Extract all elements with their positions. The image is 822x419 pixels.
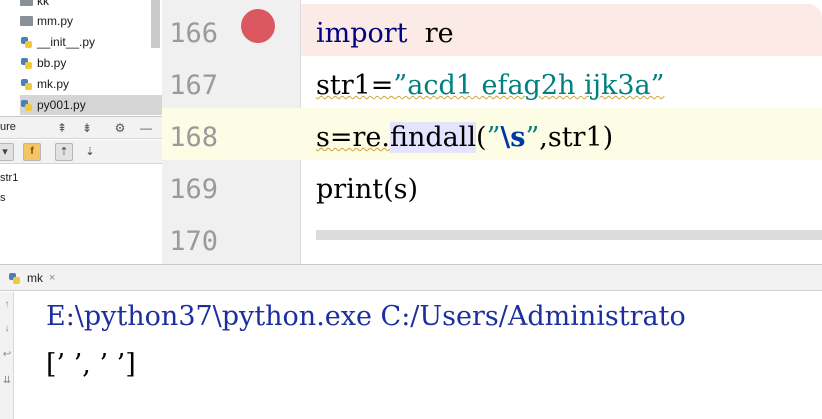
line-number: 167 bbox=[169, 70, 218, 101]
run-tab-label: mk bbox=[27, 271, 43, 285]
code-text[interactable]: s=re.findall(”\s”,str1) bbox=[316, 112, 613, 164]
scroll-up-icon[interactable]: ↑ bbox=[0, 298, 14, 312]
tree-item-mm[interactable]: mm.py bbox=[20, 11, 73, 31]
scroll-down-icon[interactable]: ↓ bbox=[0, 322, 14, 336]
code-editor[interactable]: 166 import re 167 str1=”acd1 efag2h ijk3… bbox=[162, 0, 822, 264]
code-line: 168 s=re.findall(”\s”,str1) bbox=[162, 112, 822, 164]
run-side-toolbar: ↑ ↓ ↩ ⇊ bbox=[0, 292, 14, 419]
structure-panel: ure ⇞ ⇟ ⚙ — ▾ f ⇡ ⇣ str1 s bbox=[0, 116, 162, 264]
close-icon[interactable]: × bbox=[49, 272, 55, 284]
code-token: ,str1) bbox=[539, 122, 614, 153]
string-token: ” bbox=[486, 122, 501, 153]
python-file-icon bbox=[20, 36, 33, 49]
line-number: 169 bbox=[169, 174, 218, 205]
tree-item-label: mk.py bbox=[37, 77, 70, 91]
project-tree: kk mm.py __init__.py bb.py mk.py py001.p… bbox=[0, 0, 162, 116]
structure-item-str1[interactable]: str1 bbox=[0, 172, 18, 184]
folder-icon bbox=[20, 0, 33, 6]
code-text[interactable]: print(s) bbox=[316, 164, 418, 216]
code-token: s=re. bbox=[316, 122, 390, 153]
code-line: 166 import re bbox=[162, 8, 822, 60]
autoscroll-from-source-icon[interactable]: ⇣ bbox=[81, 143, 99, 161]
code-token: ( bbox=[476, 122, 487, 153]
filter-icon[interactable]: ▾ bbox=[0, 143, 14, 161]
code-token: findall bbox=[389, 122, 477, 153]
autoscroll-to-source-icon[interactable]: ⇡ bbox=[55, 143, 73, 161]
minimize-icon[interactable]: — bbox=[138, 120, 154, 136]
code-text[interactable]: import re bbox=[316, 8, 454, 60]
gear-icon[interactable]: ⚙ bbox=[112, 120, 128, 136]
code-token: str1= bbox=[316, 70, 394, 101]
python-file-icon bbox=[20, 57, 33, 70]
tree-item-init[interactable]: __init__.py bbox=[20, 32, 95, 52]
python-file-icon bbox=[20, 99, 33, 112]
code-line: 169 print(s) bbox=[162, 164, 822, 216]
run-panel: mk × ↑ ↓ ↩ ⇊ E:\python37\python.exe C:/U… bbox=[0, 264, 822, 419]
console-output-line: [’ ’, ’ ’] bbox=[46, 349, 136, 380]
string-token: ” bbox=[525, 122, 540, 153]
python-file-icon bbox=[8, 272, 21, 285]
structure-header: ure ⇞ ⇟ ⚙ — bbox=[0, 117, 162, 139]
run-tabbar: mk × bbox=[0, 265, 822, 291]
line-number: 170 bbox=[169, 226, 218, 257]
tree-scrollbar[interactable] bbox=[151, 0, 160, 48]
tree-item-label: kk bbox=[37, 0, 49, 8]
folder-icon bbox=[20, 16, 33, 26]
string-token: ”acd1 efag2h ijk3a” bbox=[393, 70, 665, 101]
keyword-token: import bbox=[316, 18, 408, 49]
tree-item-bb[interactable]: bb.py bbox=[20, 53, 66, 73]
tree-item-label: py001.py bbox=[37, 98, 86, 112]
scroll-to-end-icon[interactable]: ⇊ bbox=[0, 374, 14, 388]
code-line: 170 bbox=[162, 216, 822, 264]
tree-item-py001[interactable]: py001.py bbox=[20, 95, 162, 115]
console-command-line: E:\python37\python.exe C:/Users/Administ… bbox=[46, 301, 686, 332]
line-number: 168 bbox=[169, 122, 218, 153]
run-tab[interactable]: mk × bbox=[8, 269, 55, 287]
code-token: re bbox=[407, 18, 454, 49]
structure-item-s[interactable]: s bbox=[0, 192, 6, 204]
line-number: 166 bbox=[169, 18, 218, 49]
code-token: print(s) bbox=[316, 174, 418, 205]
tree-item-kk[interactable]: kk bbox=[20, 0, 49, 11]
code-line: 167 str1=”acd1 efag2h ijk3a” bbox=[162, 60, 822, 112]
tree-item-label: mm.py bbox=[37, 14, 73, 28]
tree-item-label: bb.py bbox=[37, 56, 67, 70]
code-text[interactable]: str1=”acd1 efag2h ijk3a” bbox=[316, 60, 664, 112]
escape-token: \s bbox=[500, 122, 526, 153]
expand-all-icon[interactable]: ⇟ bbox=[79, 120, 95, 136]
show-fields-button[interactable]: f bbox=[23, 143, 41, 161]
editor-horizontal-scrollbar[interactable] bbox=[316, 230, 822, 240]
tree-item-label: __init__.py bbox=[37, 35, 96, 49]
tree-item-mk[interactable]: mk.py bbox=[20, 74, 69, 94]
python-file-icon bbox=[20, 78, 33, 91]
soft-wrap-icon[interactable]: ↩ bbox=[0, 348, 14, 362]
structure-toolbar: ▾ f ⇡ ⇣ bbox=[0, 140, 162, 164]
structure-title: ure bbox=[0, 121, 16, 133]
collapse-all-icon[interactable]: ⇞ bbox=[54, 120, 70, 136]
